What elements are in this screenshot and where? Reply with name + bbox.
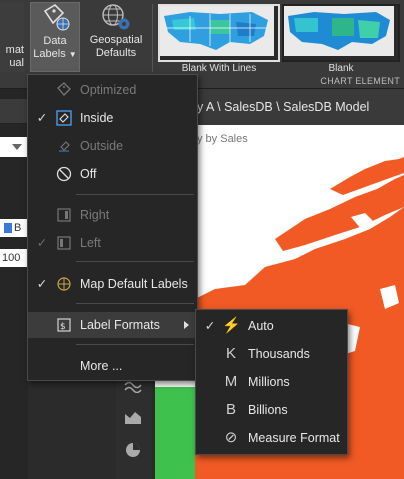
align-right-icon — [57, 208, 71, 222]
b-icon: B — [225, 401, 236, 418]
lightning-icon: ⚡ — [222, 317, 241, 334]
svg-text:$: $ — [60, 322, 66, 332]
map-labels-icon — [57, 277, 71, 291]
us-map-lines-thumbnail — [160, 6, 274, 56]
gallery-item-label: Blank With Lines — [181, 63, 257, 74]
menu-item-label: Inside — [80, 111, 114, 125]
gallery-item-label: Blank — [328, 63, 354, 74]
submenu-item-label: Millions — [248, 375, 290, 389]
menu-item-label: Outside — [80, 139, 124, 153]
geo-label-line2: Defaults — [95, 47, 137, 59]
tag-globe-icon — [43, 3, 70, 31]
menu-item-inside[interactable]: ✓ Inside — [28, 105, 197, 131]
m-icon: M — [224, 373, 238, 390]
area-chart-icon[interactable] — [124, 409, 142, 425]
pie-chart-icon[interactable] — [124, 441, 142, 459]
ribbon-separator — [152, 4, 153, 72]
format-label-line1: mat — [5, 44, 24, 56]
submenu-item-millions[interactable]: M Millions — [196, 368, 347, 396]
menu-item-label-formats[interactable]: $ Label Formats — [28, 312, 197, 338]
menu-item-map-default-labels[interactable]: ✓ Map Default Labels — [28, 271, 197, 297]
format-label-line2: ual — [9, 57, 24, 69]
field-b-icon — [4, 223, 12, 234]
menu-item-label: Map Default Labels — [80, 277, 188, 291]
label-formats-submenu: ✓ ⚡ Auto K Thousands M Millions B Billio… — [195, 309, 348, 455]
dropdown-arrow-icon: ▼ — [68, 50, 77, 59]
menu-item-label: Label Formats — [80, 318, 160, 332]
format-manual-label: mat ual — [0, 44, 24, 70]
menu-separator — [76, 344, 194, 345]
gallery-item-blank[interactable]: Blank — [282, 4, 400, 74]
checkmark-icon: ✓ — [36, 111, 48, 125]
k-icon: K — [225, 345, 236, 362]
submenu-item-label: Thousands — [248, 347, 310, 361]
left-field-100[interactable]: 100 — [0, 249, 30, 267]
ribbon-section-label: CHART ELEMENT — [320, 76, 400, 86]
label-format-icon: $ — [57, 318, 71, 332]
submenu-item-thousands[interactable]: K Thousands — [196, 340, 347, 368]
menu-item-optimized[interactable]: Optimized — [28, 77, 197, 103]
menu-item-label: More ... — [80, 359, 123, 373]
left-pane-header — [0, 99, 28, 124]
menu-item-label: Off — [80, 167, 97, 181]
menu-item-more[interactable]: More ... — [28, 353, 197, 379]
submenu-item-billions[interactable]: B Billions — [196, 396, 347, 424]
menu-item-label: Right — [80, 208, 110, 222]
menu-item-left[interactable]: ✓ Left — [28, 230, 197, 256]
geo-label-line1: Geospatial — [89, 34, 143, 46]
gallery-item-blank-with-lines[interactable]: Blank With Lines — [158, 4, 280, 74]
data-labels-label-line2: Labels — [33, 48, 66, 60]
data-labels-menu: Optimized ✓ Inside Outside Off Right ✓ L… — [27, 74, 198, 381]
submenu-item-label: Billions — [248, 403, 288, 417]
data-labels-label-line1: Data — [43, 35, 67, 47]
submenu-item-label: Auto — [248, 319, 274, 333]
measure-format-icon: ⊘ — [224, 429, 238, 446]
left-dropdown[interactable] — [0, 137, 28, 157]
chart-subtitle: y by Sales — [197, 133, 248, 145]
tag-outside-icon — [59, 141, 70, 152]
field-b-text: B — [14, 222, 22, 234]
checkmark-icon: ✓ — [204, 319, 216, 333]
left-pane: B 100 — [0, 89, 32, 479]
field-100-text: 100 — [2, 252, 21, 264]
submenu-item-label: Measure Format — [248, 431, 340, 445]
menu-item-right[interactable]: Right — [28, 202, 197, 228]
menu-separator — [76, 194, 194, 195]
chevron-down-icon — [12, 144, 22, 150]
menu-separator — [76, 303, 194, 304]
tag-inside-icon — [56, 110, 72, 126]
data-labels-button[interactable]: Data Labels ▼ — [30, 2, 80, 72]
wave-chart-icon[interactable] — [124, 379, 142, 393]
geospatial-defaults-button[interactable]: Geospatial Defaults — [86, 2, 146, 72]
submenu-arrow-icon — [184, 321, 189, 329]
tag-optimized-icon — [57, 82, 71, 96]
align-left-icon — [57, 236, 71, 250]
submenu-item-auto[interactable]: ✓ ⚡ Auto — [196, 312, 347, 340]
menu-item-label: Left — [80, 236, 101, 250]
submenu-item-measure-format[interactable]: ⊘ Measure Format — [196, 424, 347, 452]
menu-separator — [76, 261, 194, 262]
checkmark-icon: ✓ — [36, 277, 48, 291]
off-circle-icon — [56, 166, 72, 182]
globe-gear-icon — [102, 4, 130, 30]
format-manual-button[interactable]: mat ual — [0, 2, 24, 72]
chart-type-toolbar — [116, 365, 152, 479]
menu-item-outside[interactable]: Outside — [28, 133, 197, 159]
menu-item-label: Optimized — [80, 83, 137, 97]
menu-item-off[interactable]: Off — [28, 161, 197, 187]
us-map-blank-thumbnail — [284, 6, 394, 56]
checkmark-icon: ✓ — [36, 236, 48, 250]
map-style-gallery: Blank With Lines Blank — [156, 2, 404, 74]
